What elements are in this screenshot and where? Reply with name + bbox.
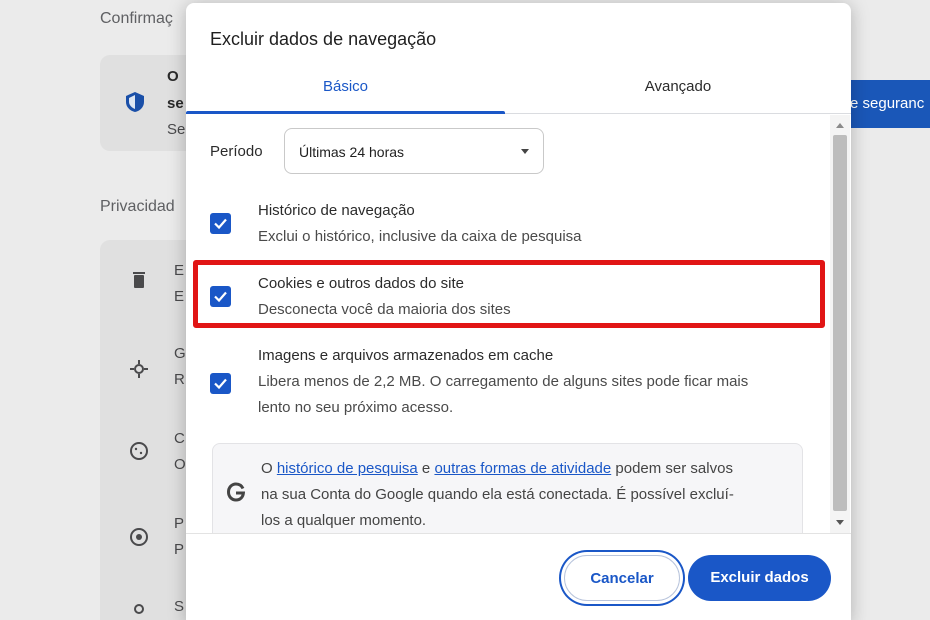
- notice-suffix: podem ser salvos: [611, 460, 733, 477]
- tab-basic[interactable]: Básico: [186, 66, 505, 114]
- privacy-row-1-title[interactable]: E: [174, 262, 184, 279]
- option-description: Exclui o histórico, inclusive da caixa d…: [258, 228, 582, 245]
- dialog-title: Excluir dados de navegação: [210, 29, 437, 49]
- privacy-row-4-desc: P: [174, 541, 185, 558]
- scroll-up-arrow-icon[interactable]: [836, 123, 844, 128]
- safety-check-card[interactable]: O se Se: [100, 55, 200, 151]
- privacy-row-2-title[interactable]: G: [174, 345, 186, 362]
- chevron-down-icon: [521, 149, 529, 154]
- checkbox-cache[interactable]: [210, 373, 231, 394]
- content-scrollbar[interactable]: [830, 115, 850, 533]
- notice-line3: los a qualquer momento.: [261, 512, 427, 529]
- privacy-row-2-desc: R: [174, 371, 185, 388]
- option-browsing-history: Histórico de navegação Exclui o históric…: [186, 200, 826, 250]
- card-title-line2: se: [167, 95, 184, 112]
- shield-icon: [126, 92, 144, 112]
- dialog-content: Período Últimas 24 horas Histórico de na…: [186, 115, 851, 533]
- privacy-row-4-title[interactable]: P: [174, 515, 184, 532]
- trash-icon: [133, 272, 145, 288]
- checkmark-icon: [214, 378, 227, 390]
- checkbox-browsing-history[interactable]: [210, 213, 231, 234]
- checkmark-icon: [214, 218, 227, 230]
- option-title: Imagens e arquivos armazenados em cache: [258, 347, 554, 364]
- google-g-icon: [226, 482, 246, 502]
- notice-line2: na sua Conta do Google quando ela está c…: [261, 486, 734, 503]
- section-heading-confirmation: Confirmaç: [100, 10, 173, 27]
- scrollbar-thumb[interactable]: [833, 135, 847, 511]
- cookie-icon: [130, 442, 148, 460]
- card-title: O: [167, 68, 179, 85]
- notice-middle: e: [417, 460, 435, 477]
- person-icon: [134, 604, 144, 614]
- option-description-line1: Libera menos de 2,2 MB. O carregamento d…: [258, 373, 749, 390]
- google-account-notice: O histórico de pesquisa e outras formas …: [212, 443, 803, 533]
- option-cache: Imagens e arquivos armazenados em cache …: [186, 345, 826, 425]
- period-select-value: Últimas 24 horas: [299, 144, 405, 160]
- target-icon: [130, 528, 148, 546]
- privacy-row-5-title[interactable]: S: [174, 598, 184, 615]
- period-label: Período: [210, 143, 263, 160]
- tune-icon: [130, 360, 148, 378]
- dialog-tabs: Básico Avançado: [186, 66, 851, 114]
- section-heading-privacy: Privacidad: [100, 198, 175, 215]
- privacy-card: E E G R C O P P S: [100, 240, 200, 620]
- privacy-row-3-title[interactable]: C: [174, 430, 185, 447]
- scroll-down-arrow-icon[interactable]: [836, 520, 844, 525]
- highlight-annotation-box: [193, 260, 825, 328]
- notice-prefix: O: [261, 460, 277, 477]
- other-activity-link[interactable]: outras formas de atividade: [434, 460, 611, 477]
- option-title: Histórico de navegação: [258, 202, 415, 219]
- privacy-row-1-desc: E: [174, 288, 185, 305]
- google-notice-text: O histórico de pesquisa e outras formas …: [261, 456, 801, 533]
- privacy-row-3-desc: O: [174, 456, 186, 473]
- search-history-link[interactable]: histórico de pesquisa: [277, 460, 418, 477]
- card-subtitle: Se: [167, 121, 186, 138]
- period-select[interactable]: Últimas 24 horas: [284, 128, 544, 174]
- option-description-line2: lento no seu próximo acesso.: [258, 399, 454, 416]
- dialog-footer: Cancelar Excluir dados: [186, 533, 851, 620]
- clear-browsing-data-dialog: Excluir dados de navegação Básico Avança…: [186, 3, 851, 620]
- clear-data-button[interactable]: Excluir dados: [688, 555, 831, 601]
- cancel-button[interactable]: Cancelar: [564, 555, 680, 601]
- tab-advanced[interactable]: Avançado: [516, 66, 840, 113]
